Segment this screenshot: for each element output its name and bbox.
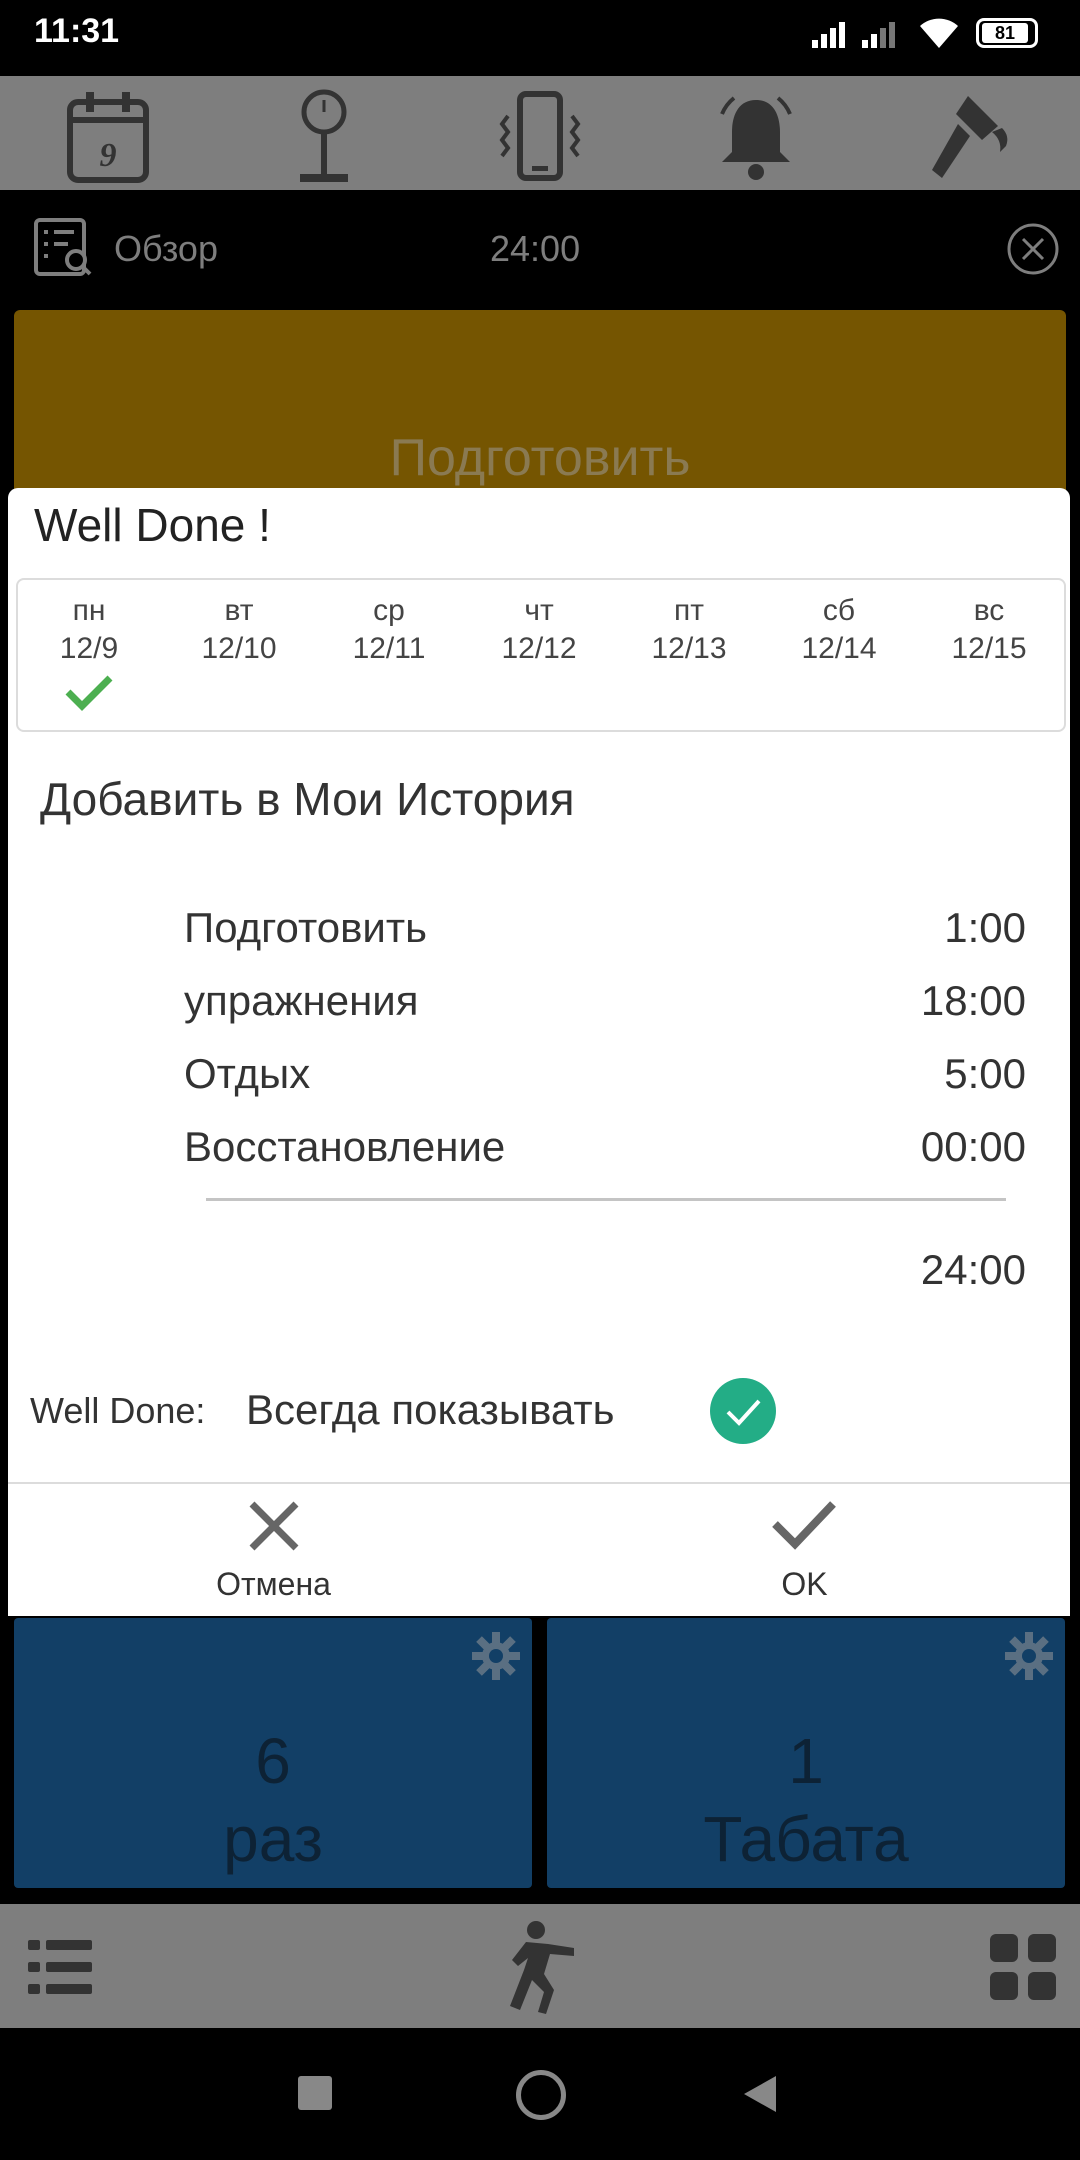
day-date: 12/11 <box>352 632 426 665</box>
add-history-title: Добавить в Мои История <box>40 773 575 825</box>
summary-value-prepare: 1:00 <box>944 904 1026 951</box>
cancel-label: Отмена <box>216 1566 331 1602</box>
close-icon <box>249 1501 299 1551</box>
well-done-label: Well Done: <box>30 1390 206 1431</box>
tabata-label: Табата <box>703 1803 909 1875</box>
day-label: пн <box>72 594 106 627</box>
day-label: вт <box>224 594 254 627</box>
back-button[interactable] <box>742 2074 778 2114</box>
day-date: 12/13 <box>651 632 727 665</box>
ok-label: OK <box>781 1566 828 1602</box>
day-label: сб <box>822 594 856 627</box>
close-icon[interactable] <box>1006 222 1060 276</box>
gear-icon[interactable] <box>470 1630 522 1682</box>
bell-icon[interactable] <box>706 86 806 186</box>
svg-text:9: 9 <box>100 137 117 174</box>
tabata-card[interactable]: 1 Табата <box>547 1618 1065 1888</box>
status-bar: 11:31 81 <box>0 0 1080 70</box>
battery-icon: 81 <box>976 18 1038 48</box>
day-date: 12/12 <box>501 632 577 665</box>
gear-icon[interactable] <box>1003 1630 1055 1682</box>
day-label: ср <box>373 594 405 627</box>
check-icon <box>65 675 113 711</box>
boxer-icon[interactable] <box>490 1918 590 2018</box>
summary-total: 24:00 <box>920 1246 1026 1293</box>
day-mon[interactable]: пн 12/9 <box>24 592 154 668</box>
summary-value-rest: 5:00 <box>944 1050 1026 1097</box>
day-label: чт <box>524 594 554 627</box>
day-date: 12/10 <box>201 632 277 665</box>
day-thu[interactable]: чт 12/12 <box>474 592 604 668</box>
paint-brush-icon[interactable] <box>922 86 1022 186</box>
navigation-bar <box>0 2028 1080 2160</box>
list-icon[interactable] <box>26 1932 96 2002</box>
day-date: 12/14 <box>801 632 877 665</box>
overview-label[interactable]: Обзор <box>114 228 218 270</box>
summary-value-exercise: 18:00 <box>920 977 1026 1024</box>
battery-level: 81 <box>982 23 1028 43</box>
summary-value-recovery: 00:00 <box>920 1123 1026 1170</box>
summary-label-recovery: Восстановление <box>184 1123 506 1170</box>
overview-time: 24:00 <box>490 228 581 269</box>
scale-icon[interactable] <box>274 86 374 186</box>
well-done-toggle[interactable] <box>710 1378 776 1444</box>
prepare-card[interactable]: Подготовить <box>14 310 1066 510</box>
rounds-label: раз <box>223 1803 323 1875</box>
status-time: 11:31 <box>34 12 120 50</box>
summary-label-exercise: упражнения <box>184 977 419 1024</box>
overview-list-icon[interactable] <box>32 216 94 278</box>
day-sat[interactable]: сб 12/14 <box>774 592 904 668</box>
calendar-icon[interactable]: 9 <box>58 86 158 186</box>
day-label: пт <box>674 594 704 627</box>
dialog-title: Well Done ! <box>34 499 271 551</box>
rounds-number: 6 <box>255 1725 291 1797</box>
top-toolbar: 9 <box>0 76 1080 190</box>
well-done-option[interactable]: Всегда показывать <box>246 1386 614 1434</box>
tabata-number: 1 <box>788 1725 824 1797</box>
day-label: вс <box>973 594 1005 627</box>
day-tue[interactable]: вт 12/10 <box>174 592 304 668</box>
signal-icon-2 <box>862 0 902 70</box>
recent-apps-button[interactable] <box>298 2076 332 2110</box>
ok-button[interactable]: OK <box>539 1484 1070 1616</box>
day-wed[interactable]: ср 12/11 <box>324 592 454 668</box>
home-button[interactable] <box>516 2070 566 2120</box>
bottom-toolbar <box>0 1904 1080 2028</box>
cancel-button[interactable]: Отмена <box>8 1484 539 1616</box>
summary-label-rest: Отдых <box>184 1050 311 1097</box>
check-icon <box>772 1501 836 1550</box>
wifi-icon <box>920 18 958 48</box>
signal-icon <box>812 0 852 70</box>
day-fri[interactable]: пт 12/13 <box>624 592 754 668</box>
prepare-label: Подготовить <box>389 429 691 487</box>
day-date: 12/15 <box>951 632 1027 665</box>
summary-divider <box>206 1198 1006 1201</box>
day-sun[interactable]: вс 12/15 <box>924 592 1054 668</box>
phone-vibrate-icon[interactable] <box>490 86 590 186</box>
summary-label-prepare: Подготовить <box>184 904 427 951</box>
rounds-card[interactable]: 6 раз <box>14 1618 532 1888</box>
grid-icon[interactable] <box>988 1932 1058 2002</box>
check-icon <box>726 1399 761 1426</box>
day-date: 12/9 <box>59 632 119 665</box>
